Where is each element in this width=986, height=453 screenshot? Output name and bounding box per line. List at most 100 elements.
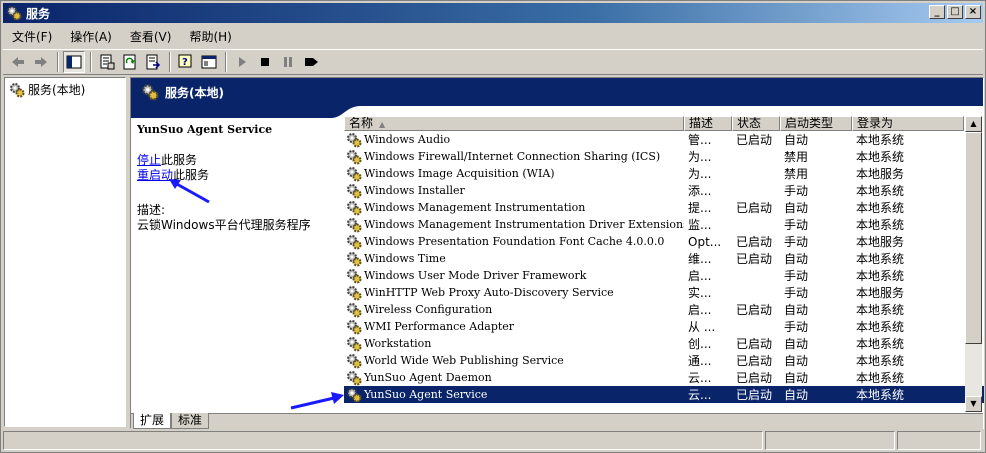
column-header-startup-type[interactable]: 启动类型: [780, 116, 852, 131]
tree-item-services-local[interactable]: 服务(本地): [9, 81, 125, 98]
restart-service-button[interactable]: [300, 51, 322, 73]
cell-service-name: Windows Management Instrumentation Drive…: [344, 217, 684, 233]
table-row[interactable]: World Wide Web Publishing Service 通... 已启动…: [344, 352, 984, 369]
cell-startup-type: 自动: [784, 388, 809, 402]
service-gear-icon: [347, 319, 362, 334]
table-row[interactable]: Windows Presentation Foundation Font Cac…: [344, 233, 984, 250]
console-button[interactable]: [198, 51, 220, 73]
table-row[interactable]: Windows Audio 管... 已启动 自动 本地系统: [344, 131, 984, 148]
stop-service-button[interactable]: [254, 51, 276, 73]
services-gear-icon: [7, 6, 22, 21]
cell-log-on-as: 本地系统: [856, 371, 905, 385]
column-header-log-on-as[interactable]: 登录为: [852, 116, 964, 131]
restart-service-link[interactable]: 重启动: [137, 168, 173, 182]
menu-view[interactable]: 查看(V): [121, 28, 181, 45]
close-button[interactable]: ×: [965, 5, 981, 19]
cell-status: 已启动: [736, 303, 773, 317]
toolbar-separator: [169, 52, 171, 72]
scroll-up-button[interactable]: ▲: [965, 116, 982, 132]
table-row[interactable]: Workstation 创... 已启动 自动 本地系统: [344, 335, 984, 352]
title-bar[interactable]: 服务 _ □ ×: [3, 3, 983, 23]
column-header-status[interactable]: 状态: [732, 116, 780, 131]
cell-status: 已启动: [736, 371, 773, 385]
cell-startup-type: 自动: [784, 337, 809, 351]
stop-service-link[interactable]: 停止: [137, 153, 161, 167]
selected-service-name: YunSuo Agent Service: [137, 123, 273, 136]
scroll-thumb[interactable]: [965, 132, 982, 344]
export-list-button[interactable]: [142, 51, 164, 73]
cell-log-on-as: 本地系统: [856, 184, 905, 198]
menu-help[interactable]: 帮助(H): [180, 28, 240, 45]
refresh-button[interactable]: [119, 51, 141, 73]
start-service-button[interactable]: [231, 51, 253, 73]
table-row[interactable]: Windows Management Instrumentation 提... 已启…: [344, 199, 984, 216]
console-tree: 服务(本地): [4, 77, 126, 427]
cell-description: 提...: [688, 201, 712, 215]
status-panel-3: [897, 431, 981, 450]
cell-status: 已启动: [736, 388, 773, 402]
cell-description: 创...: [688, 337, 712, 351]
restart-service-icon: [305, 58, 318, 66]
table-row[interactable]: Windows Firewall/Internet Connection Sha…: [344, 148, 984, 165]
pause-service-button[interactable]: [277, 51, 299, 73]
tab-standard[interactable]: 标准: [171, 413, 210, 429]
cell-service-name: Windows Installer: [344, 183, 684, 199]
show-hide-tree-button[interactable]: [63, 51, 85, 73]
cell-service-name: WMI Performance Adapter: [344, 319, 684, 335]
start-service-icon: [239, 57, 246, 67]
cell-service-name: World Wide Web Publishing Service: [344, 353, 684, 369]
tab-extended[interactable]: 扩展: [133, 413, 172, 429]
status-panel-2: [765, 431, 895, 450]
list-body: Windows Audio 管... 已启动 自动 本地系统 Windows Firewa…: [344, 131, 984, 403]
cell-description: 管...: [688, 133, 712, 147]
column-header-name[interactable]: 名称 ▲: [344, 116, 684, 131]
help-button[interactable]: ?: [175, 51, 197, 73]
table-row[interactable]: Windows Image Acquisition (WIA) 为... 禁用 本地服…: [344, 165, 984, 182]
cell-service-name: Wireless Configuration: [344, 302, 684, 318]
cell-description: 维...: [688, 252, 712, 266]
stop-service-icon: [261, 58, 269, 66]
table-row[interactable]: WinHTTP Web Proxy Auto-Discovery Service…: [344, 284, 984, 301]
menu-action[interactable]: 操作(A): [61, 28, 121, 45]
cell-status: 已启动: [736, 133, 773, 147]
cell-log-on-as: 本地服务: [856, 167, 905, 181]
menu-file[interactable]: 文件(F): [3, 28, 61, 45]
service-gear-icon: [347, 149, 362, 164]
cell-description: 启...: [688, 269, 712, 283]
cell-log-on-as: 本地系统: [856, 269, 905, 283]
table-row[interactable]: YunSuo Agent Service 云... 已启动 自动 本地系统: [344, 386, 984, 403]
services-list: 名称 ▲ 描述 状态 启动类型 登录为 Windows Audio 管... 已启动自…: [344, 116, 984, 412]
back-button[interactable]: [7, 51, 29, 73]
service-gear-icon: [347, 387, 362, 402]
view-tabs: 扩展 标准: [131, 413, 983, 429]
cell-startup-type: 自动: [784, 303, 809, 317]
vertical-scrollbar[interactable]: ▲ ▼: [965, 116, 982, 412]
column-header-description[interactable]: 描述: [684, 116, 732, 131]
service-gear-icon: [347, 183, 362, 198]
minimize-button[interactable]: _: [929, 5, 945, 19]
table-row[interactable]: Windows Management Instrumentation Drive…: [344, 216, 984, 233]
cell-description: 启...: [688, 303, 712, 317]
table-row[interactable]: WMI Performance Adapter 从 ... 手动 本地系统: [344, 318, 984, 335]
show-hide-tree-icon: [66, 55, 82, 69]
table-row[interactable]: Windows User Mode Driver Framework 启... 手动…: [344, 267, 984, 284]
forward-button[interactable]: [30, 51, 52, 73]
properties-button[interactable]: [96, 51, 118, 73]
toolbar-separator: [57, 52, 59, 72]
services-window: 服务 _ □ × 文件(F) 操作(A) 查看(V) 帮助(H) ? 服务(本地…: [0, 0, 986, 453]
service-gear-icon: [347, 234, 362, 249]
table-row[interactable]: Windows Time 维... 已启动 自动 本地系统: [344, 250, 984, 267]
cell-status: 已启动: [736, 337, 773, 351]
cell-startup-type: 手动: [784, 320, 809, 334]
table-row[interactable]: Windows Installer 添... 手动 本地系统: [344, 182, 984, 199]
description-text: 云锁Windows平台代理服务程序: [137, 218, 311, 232]
table-row[interactable]: YunSuo Agent Daemon 云... 已启动 自动 本地系统: [344, 369, 984, 386]
cell-log-on-as: 本地系统: [856, 133, 905, 147]
maximize-button[interactable]: □: [947, 5, 963, 19]
tree-item-label: 服务(本地): [28, 83, 86, 97]
cell-service-name: Workstation: [344, 336, 684, 352]
table-row[interactable]: Wireless Configuration 启... 已启动 自动 本地系统: [344, 301, 984, 318]
cell-description: Opt...: [688, 234, 722, 249]
scroll-down-button[interactable]: ▼: [965, 396, 982, 412]
service-gear-icon: [347, 353, 362, 368]
